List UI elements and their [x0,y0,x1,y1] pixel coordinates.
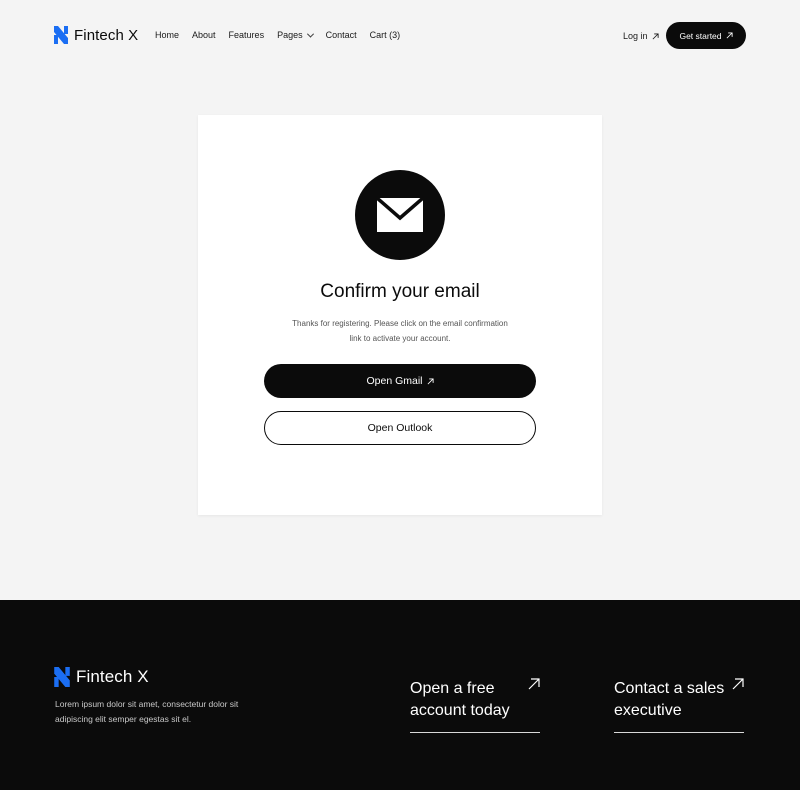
login-link[interactable]: Log in [623,31,659,41]
fintech-logo-icon [54,667,70,687]
nav-item-contact[interactable]: Contact [326,30,357,40]
arrow-up-right-icon [726,32,733,39]
open-gmail-label: Open Gmail [366,375,423,387]
nav-item-features[interactable]: Features [229,30,265,40]
brand-name: Fintech X [74,26,139,44]
open-outlook-label: Open Outlook [367,422,433,434]
contact-sales-label: Contact a sales executive [614,680,725,719]
nav-item-pages[interactable]: Pages [277,30,314,40]
open-account-link[interactable]: Open a free account today [410,678,540,733]
nav-item-home[interactable]: Home [155,30,179,40]
footer-brand-logo[interactable]: Fintech X [54,667,149,687]
arrow-up-right-icon [427,377,434,384]
nav-item-about[interactable]: About [192,30,216,40]
arrow-up-right-icon [528,678,540,690]
chevron-down-icon [306,30,314,38]
get-started-button[interactable]: Get started [666,22,746,49]
open-gmail-button[interactable]: Open Gmail [264,364,536,398]
login-label: Log in [623,31,648,41]
fintech-logo-icon [54,26,68,44]
arrow-up-right-icon [652,32,659,39]
open-outlook-button[interactable]: Open Outlook [264,411,536,445]
page-title: Confirm your email [320,281,480,302]
footer-brand-name: Fintech X [76,667,149,686]
get-started-label: Get started [679,30,722,41]
main-nav: Home About Features Pages Contact Cart (… [155,30,400,40]
site-footer: Fintech X Lorem ipsum dolor sit amet, co… [0,600,800,790]
mail-icon [377,198,423,232]
contact-sales-link[interactable]: Contact a sales executive [614,678,744,733]
footer-description: Lorem ipsum dolor sit amet, consectetur … [55,699,239,724]
arrow-up-right-icon [732,678,744,690]
confirm-description: Thanks for registering. Please click on … [292,319,508,343]
site-header: Fintech X Home About Features Pages Cont… [0,0,800,72]
mail-icon-badge [355,170,445,260]
nav-item-pages-label: Pages [277,30,303,40]
brand-logo[interactable]: Fintech X [54,26,138,44]
nav-item-cart[interactable]: Cart (3) [370,30,401,40]
open-account-label: Open a free account today [410,680,510,719]
confirm-email-card: Confirm your email Thanks for registerin… [198,115,602,515]
